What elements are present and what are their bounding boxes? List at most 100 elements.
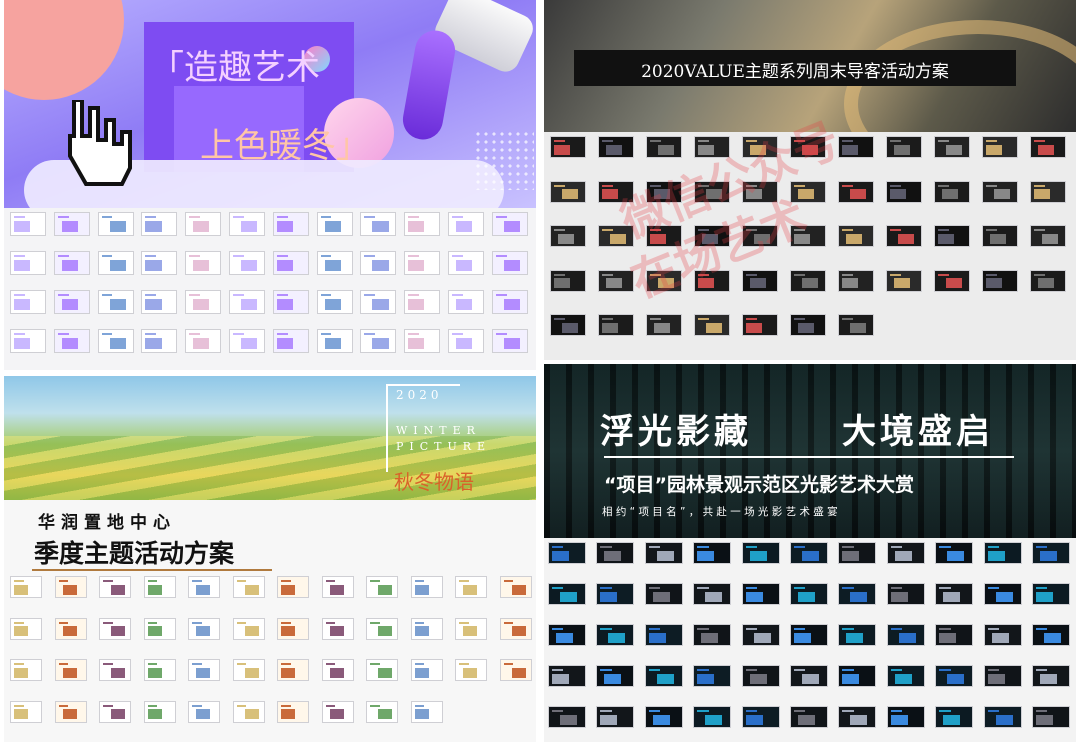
slide-thumbnail[interactable]	[741, 583, 780, 617]
slide-thumbnail[interactable]	[277, 576, 309, 610]
slide-thumbnail[interactable]	[53, 212, 90, 248]
slide-thumbnail[interactable]	[10, 290, 46, 326]
slide-thumbnail[interactable]	[404, 290, 441, 326]
slide-thumbnail[interactable]	[366, 576, 398, 610]
slide-thumbnail[interactable]	[54, 617, 87, 652]
slide-thumbnail[interactable]	[277, 617, 309, 652]
slide-thumbnail[interactable]	[185, 251, 222, 287]
slide-thumbnail[interactable]	[10, 329, 46, 365]
slide-thumbnail[interactable]	[448, 329, 484, 365]
slide-thumbnail[interactable]	[360, 251, 397, 287]
slide-thumbnail[interactable]	[143, 659, 176, 693]
slide-thumbnail[interactable]	[143, 700, 176, 735]
slide-thumbnail[interactable]	[316, 212, 353, 248]
slide-thumbnail[interactable]	[366, 617, 398, 652]
slide-thumbnail[interactable]	[455, 576, 487, 610]
slide-thumbnail[interactable]	[99, 617, 131, 652]
slide-thumbnail[interactable]	[272, 329, 309, 365]
slide-thumbnail[interactable]	[277, 659, 309, 693]
slide-thumbnail[interactable]	[1030, 180, 1066, 215]
slide-thumbnail[interactable]	[54, 700, 87, 735]
slide-thumbnail[interactable]	[232, 659, 265, 693]
slide-thumbnail[interactable]	[886, 269, 922, 304]
slide-thumbnail[interactable]	[982, 136, 1018, 170]
slide-thumbnail[interactable]	[598, 314, 634, 348]
slide-thumbnail[interactable]	[1030, 225, 1066, 259]
slide-thumbnail[interactable]	[491, 329, 528, 365]
slide-thumbnail[interactable]	[491, 212, 528, 248]
slide-thumbnail[interactable]	[886, 225, 922, 259]
slide-thumbnail[interactable]	[644, 624, 683, 658]
slide-thumbnail[interactable]	[935, 665, 974, 699]
slide-thumbnail[interactable]	[886, 624, 925, 658]
slide-thumbnail[interactable]	[404, 251, 441, 287]
slide-thumbnail[interactable]	[188, 700, 220, 735]
slide-thumbnail[interactable]	[188, 617, 220, 652]
slide-thumbnail[interactable]	[548, 624, 586, 658]
slide-thumbnail[interactable]	[366, 700, 398, 735]
slide-thumbnail[interactable]	[10, 251, 46, 287]
slide-thumbnail[interactable]	[185, 212, 222, 248]
slide-thumbnail[interactable]	[741, 665, 780, 699]
slide-thumbnail[interactable]	[54, 659, 87, 693]
slide-thumbnail[interactable]	[790, 269, 826, 304]
slide-thumbnail[interactable]	[272, 251, 309, 287]
slide-thumbnail[interactable]	[838, 665, 877, 699]
slide-thumbnail[interactable]	[693, 583, 732, 617]
slide-thumbnail[interactable]	[596, 665, 635, 699]
slide-thumbnail[interactable]	[232, 576, 265, 610]
slide-thumbnail[interactable]	[272, 290, 309, 326]
slide-thumbnail[interactable]	[97, 329, 134, 365]
slide-thumbnail[interactable]	[550, 136, 586, 170]
slide-thumbnail[interactable]	[316, 329, 353, 365]
slide-thumbnail[interactable]	[982, 269, 1018, 304]
slide-thumbnail[interactable]	[886, 665, 925, 699]
slide-thumbnail[interactable]	[10, 576, 42, 610]
slide-thumbnail[interactable]	[99, 576, 131, 610]
slide-thumbnail[interactable]	[99, 700, 131, 735]
slide-thumbnail[interactable]	[646, 314, 682, 348]
slide-thumbnail[interactable]	[838, 583, 877, 617]
slide-thumbnail[interactable]	[499, 659, 532, 693]
slide-thumbnail[interactable]	[232, 700, 265, 735]
slide-thumbnail[interactable]	[644, 542, 683, 576]
slide-thumbnail[interactable]	[1030, 269, 1066, 304]
slide-thumbnail[interactable]	[229, 251, 265, 287]
slide-thumbnail[interactable]	[54, 576, 87, 610]
slide-thumbnail[interactable]	[596, 706, 635, 740]
slide-thumbnail[interactable]	[548, 706, 586, 740]
slide-thumbnail[interactable]	[694, 314, 730, 348]
slide-thumbnail[interactable]	[548, 665, 586, 699]
slide-thumbnail[interactable]	[935, 542, 974, 576]
slide-thumbnail[interactable]	[10, 659, 42, 693]
slide-thumbnail[interactable]	[316, 290, 353, 326]
slide-thumbnail[interactable]	[790, 624, 828, 658]
slide-thumbnail[interactable]	[548, 542, 586, 576]
slide-thumbnail[interactable]	[790, 542, 828, 576]
slide-thumbnail[interactable]	[1032, 542, 1070, 576]
slide-thumbnail[interactable]	[790, 706, 828, 740]
slide-thumbnail[interactable]	[741, 624, 780, 658]
slide-thumbnail[interactable]	[596, 542, 635, 576]
slide-thumbnail[interactable]	[644, 665, 683, 699]
slide-thumbnail[interactable]	[598, 136, 634, 170]
slide-thumbnail[interactable]	[935, 706, 974, 740]
slide-thumbnail[interactable]	[934, 180, 970, 215]
slide-thumbnail[interactable]	[232, 617, 265, 652]
slide-thumbnail[interactable]	[741, 706, 780, 740]
slide-thumbnail[interactable]	[272, 212, 309, 248]
slide-thumbnail[interactable]	[983, 665, 1022, 699]
slide-thumbnail[interactable]	[1032, 624, 1070, 658]
slide-thumbnail[interactable]	[360, 290, 397, 326]
slide-thumbnail[interactable]	[934, 269, 970, 304]
slide-thumbnail[interactable]	[741, 542, 780, 576]
slide-thumbnail[interactable]	[366, 659, 398, 693]
slide-thumbnail[interactable]	[404, 329, 441, 365]
slide-thumbnail[interactable]	[410, 659, 443, 693]
slide-thumbnail[interactable]	[790, 583, 828, 617]
slide-thumbnail[interactable]	[53, 290, 90, 326]
slide-thumbnail[interactable]	[360, 212, 397, 248]
slide-thumbnail[interactable]	[886, 136, 922, 170]
slide-thumbnail[interactable]	[10, 212, 46, 248]
slide-thumbnail[interactable]	[983, 706, 1022, 740]
